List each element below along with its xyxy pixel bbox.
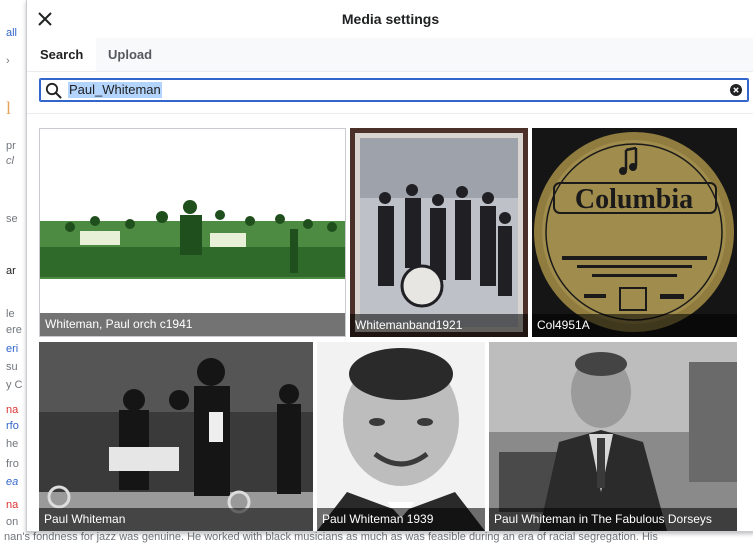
background-fragment: eri	[6, 343, 19, 355]
result-tile[interactable]: Paul Whiteman	[39, 342, 313, 531]
background-fragment: all	[6, 27, 18, 39]
result-caption: Col4951A	[532, 314, 737, 337]
background-paragraph: nan's fondness for jazz was genuine. He …	[0, 531, 753, 545]
result-tile[interactable]: Whiteman, Paul orch c1941	[39, 128, 346, 337]
background-fragment: y C	[6, 379, 23, 391]
result-tile[interactable]: Paul Whiteman in The Fabulous Dorseys	[489, 342, 737, 531]
background-fragment: na	[6, 404, 19, 416]
svg-text:Columbia: Columbia	[575, 184, 693, 215]
result-caption: Paul Whiteman in The Fabulous Dorseys	[489, 508, 737, 531]
result-caption: Whitemanband1921	[350, 314, 528, 337]
thumbnail-image	[317, 342, 485, 531]
result-caption: Whiteman, Paul orch c1941	[40, 313, 345, 336]
background-fragment: ar	[6, 265, 16, 277]
result-tile[interactable]: Columbia Col4951A	[532, 128, 737, 337]
media-settings-dialog: Media settings Search Upload Paul_Whitem…	[26, 0, 753, 532]
background-fragment: se	[6, 213, 18, 225]
background-fragment: ›	[6, 55, 10, 67]
background-fragment: fro	[6, 458, 19, 470]
background-fragment: ea	[6, 476, 19, 488]
result-tile[interactable]: Whitemanband1921	[350, 128, 528, 337]
dialog-title: Media settings	[341, 11, 440, 27]
result-tile[interactable]: Paul Whiteman 1939	[317, 342, 485, 531]
search-results-grid: Whiteman, Paul orch c1941 Whitemanband19…	[27, 114, 753, 531]
background-fragment: rfo	[6, 420, 19, 432]
thumbnail-image	[40, 129, 345, 336]
background-fragment: ere	[6, 324, 22, 336]
result-caption: Paul Whiteman 1939	[317, 508, 485, 531]
tab-upload[interactable]: Upload	[95, 38, 165, 71]
search-icon	[45, 82, 62, 99]
clear-icon[interactable]	[730, 84, 742, 96]
search-input[interactable]: Paul_Whiteman	[68, 82, 162, 98]
search-field[interactable]: Paul_Whiteman	[39, 78, 749, 102]
background-fragment: on	[6, 516, 19, 528]
background-fragment: na	[6, 499, 19, 511]
thumbnail-image: Columbia	[532, 128, 737, 337]
tab-search[interactable]: Search	[27, 38, 97, 71]
thumbnail-image	[350, 128, 528, 337]
background-fragment: he	[6, 438, 19, 450]
tab-bar: Search Upload	[27, 38, 753, 72]
thumbnail-image	[39, 342, 313, 531]
background-fragment: cl	[6, 155, 14, 167]
result-caption: Paul Whiteman	[39, 508, 313, 531]
dialog-titlebar: Media settings	[27, 0, 753, 39]
background-fragment: pr	[6, 140, 16, 152]
background-fragment: su	[6, 361, 18, 373]
thumbnail-image	[489, 342, 737, 531]
background-fragment: le	[6, 308, 15, 320]
background-fragment: l	[6, 98, 12, 118]
